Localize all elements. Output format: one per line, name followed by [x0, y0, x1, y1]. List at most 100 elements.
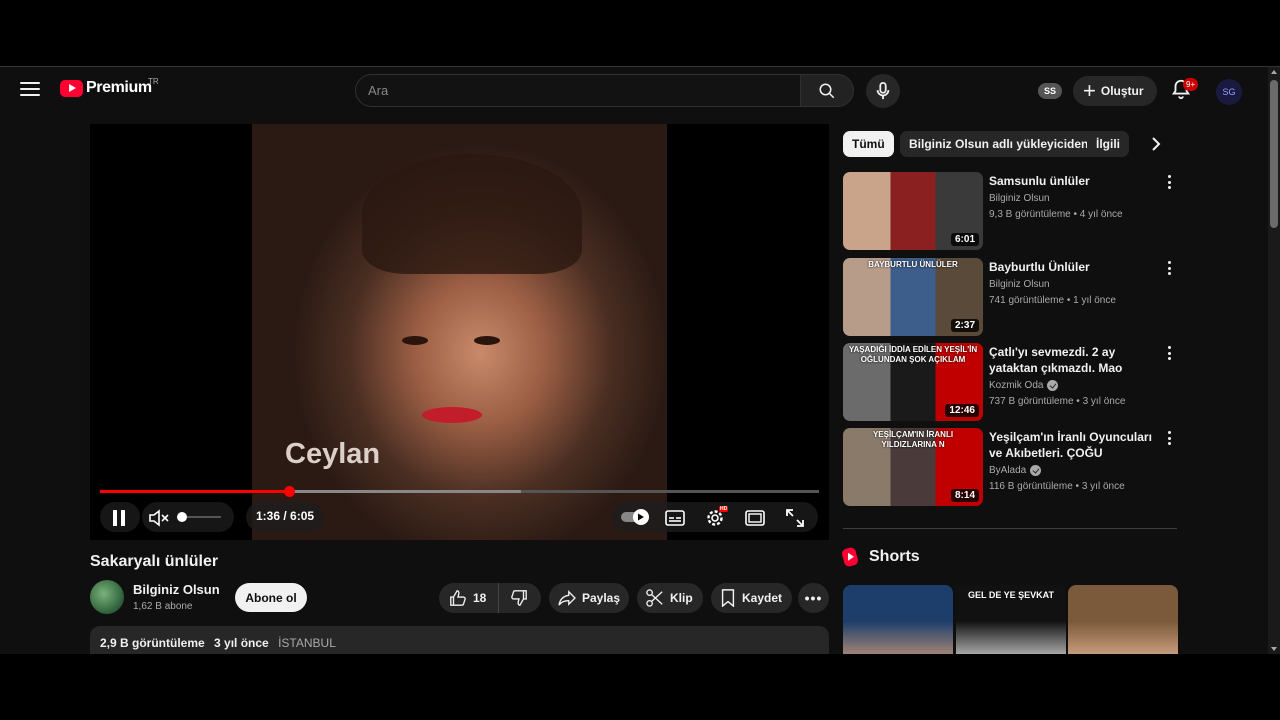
related-meta: 9,3 B görüntüleme • 4 yıl önce: [989, 209, 1123, 220]
related-channel-name: Bilginiz Olsun: [989, 279, 1050, 290]
related-age: 3 yıl önce: [1082, 396, 1126, 407]
settings-button[interactable]: HD: [702, 505, 729, 531]
section-divider: [843, 528, 1177, 529]
youtube-premium-logo[interactable]: Premium TR: [60, 77, 159, 97]
create-button[interactable]: + Oluştur: [1073, 76, 1157, 106]
voice-search-button[interactable]: [866, 74, 900, 108]
subscriber-count: 1,62 B abone: [133, 601, 193, 612]
related-title[interactable]: Bayburtlu Ünlüler: [989, 259, 1159, 275]
duration-badge: 6:01: [950, 233, 979, 246]
more-vert-icon[interactable]: [1168, 346, 1172, 363]
scroll-down-arrow[interactable]: [1271, 647, 1277, 651]
related-video-item[interactable]: YEŞİLÇAM'IN İRANLI YILDIZLARINA N 8:14 Y…: [843, 428, 1177, 506]
location-tag[interactable]: İSTANBUL: [278, 636, 336, 650]
autoplay-toggle[interactable]: [620, 507, 652, 527]
clip-button[interactable]: Klip: [637, 583, 703, 613]
search-input[interactable]: Ara: [355, 74, 801, 107]
play-pause-button[interactable]: [106, 505, 132, 531]
short-card[interactable]: [1068, 585, 1178, 654]
chip-next-button[interactable]: [1150, 136, 1162, 157]
share-icon: [558, 590, 576, 606]
related-thumbnail[interactable]: BAYBURTLU ÜNLÜLER 2:37: [843, 258, 983, 336]
related-thumbnail[interactable]: 6:01: [843, 172, 983, 250]
save-button[interactable]: Kaydet: [711, 583, 792, 613]
mute-button[interactable]: [146, 505, 172, 531]
channel-avatar[interactable]: [90, 580, 124, 614]
more-vert-icon[interactable]: [1168, 175, 1172, 192]
shorts-title: Shorts: [869, 548, 920, 565]
description-box[interactable]: 2,9 B görüntüleme 3 yıl önce İSTANBUL: [90, 626, 829, 654]
scrollbar-thumb[interactable]: [1270, 80, 1278, 228]
fullscreen-icon: [786, 509, 804, 527]
video-player[interactable]: Ceylan 1:36 / 6:05 HD: [90, 124, 829, 540]
like-button[interactable]: 18: [439, 583, 499, 613]
channel-name[interactable]: Bilginiz Olsun: [133, 582, 220, 597]
chevron-right-icon: [1152, 137, 1161, 151]
chip-related[interactable]: İlgili: [1087, 131, 1129, 157]
like-dislike-group: 18: [439, 583, 541, 613]
search-button[interactable]: [800, 74, 854, 107]
subscribe-button[interactable]: Abone ol: [235, 583, 307, 612]
ss-badge[interactable]: SS: [1038, 83, 1062, 99]
thumbnail-overlay-text: BAYBURTLU ÜNLÜLER: [868, 260, 958, 269]
scroll-up-arrow[interactable]: [1271, 70, 1277, 74]
more-actions-button[interactable]: •••: [798, 583, 829, 613]
chip-all[interactable]: Tümü: [843, 131, 894, 157]
share-button[interactable]: Paylaş: [549, 583, 629, 613]
video-title: Sakaryalı ünlüler: [90, 553, 219, 570]
save-label: Kaydet: [742, 591, 783, 605]
share-label: Paylaş: [582, 591, 621, 605]
related-thumbnail[interactable]: YAŞADIĞI İDDİA EDİLEN YEŞİL'İN OĞLUNDAN …: [843, 343, 983, 421]
related-channel[interactable]: Kozmik Oda: [989, 380, 1059, 391]
duration-badge: 12:46: [945, 404, 979, 417]
duration-badge: 2:37: [950, 319, 979, 332]
related-meta: 741 görüntüleme • 1 yıl önce: [989, 295, 1116, 306]
video-still-eye: [402, 336, 428, 345]
notification-count-badge: 9+: [1183, 78, 1199, 91]
scissors-icon: [646, 589, 663, 607]
related-title[interactable]: Yeşilçam'ın İranlı Oyuncuları ve Akıbetl…: [989, 429, 1159, 461]
theater-mode-button[interactable]: [742, 505, 768, 531]
youtube-watch-page: Premium TR Ara SS + Oluştur 9+ SG Ceylan: [0, 67, 1280, 654]
related-views: 737 B görüntüleme: [989, 396, 1074, 407]
related-channel-name: Bilginiz Olsun: [989, 193, 1050, 204]
menu-icon[interactable]: [20, 82, 40, 98]
related-video-item[interactable]: YAŞADIĞI İDDİA EDİLEN YEŞİL'İN OĞLUNDAN …: [843, 343, 1177, 421]
account-avatar[interactable]: SG: [1216, 79, 1242, 105]
short-card[interactable]: GEL DE YE ŞEVKAT: [956, 585, 1066, 654]
volume-slider-track[interactable]: [187, 516, 221, 518]
chip-from-uploader[interactable]: Bilginiz Olsun adlı yükleyiciden: [900, 131, 1098, 157]
related-channel-name: ByAlada: [989, 465, 1027, 476]
video-still-hair: [362, 154, 582, 274]
plus-icon: +: [1083, 78, 1096, 103]
more-vert-icon[interactable]: [1168, 261, 1172, 278]
progress-bar[interactable]: [100, 486, 819, 497]
related-channel[interactable]: Bilginiz Olsun: [989, 193, 1050, 204]
subtitles-button[interactable]: [662, 505, 688, 531]
more-horiz-icon: •••: [804, 590, 823, 606]
mic-icon: [876, 82, 890, 100]
related-video-item[interactable]: 6:01 Samsunlu ünlüler Bilginiz Olsun 9,3…: [843, 172, 1177, 250]
dislike-button[interactable]: [499, 583, 539, 613]
related-channel[interactable]: Bilginiz Olsun: [989, 279, 1050, 290]
related-views: 9,3 B görüntüleme: [989, 209, 1071, 220]
logo-text: Premium: [86, 79, 152, 96]
related-video-item[interactable]: BAYBURTLU ÜNLÜLER 2:37 Bayburtlu Ünlüler…: [843, 258, 1177, 336]
related-thumbnail[interactable]: YEŞİLÇAM'IN İRANLI YILDIZLARINA N 8:14: [843, 428, 983, 506]
related-channel[interactable]: ByAlada: [989, 465, 1042, 476]
fullscreen-button[interactable]: [782, 505, 808, 531]
subtitles-icon: [665, 510, 685, 526]
played-bar: [100, 490, 290, 493]
more-vert-icon[interactable]: [1168, 431, 1172, 448]
related-age: 1 yıl önce: [1073, 295, 1116, 306]
pause-icon: [113, 510, 125, 526]
bookmark-icon: [721, 589, 735, 607]
view-count: 2,9 B görüntüleme: [100, 636, 205, 650]
related-title[interactable]: Samsunlu ünlüler: [989, 173, 1159, 189]
shorts-icon: [840, 546, 860, 568]
related-meta: 737 B görüntüleme • 3 yıl önce: [989, 396, 1125, 407]
related-title[interactable]: Çatlı'yı sevmezdi. 2 ay yataktan çıkmazd…: [989, 344, 1159, 376]
page-scrollbar[interactable]: [1268, 67, 1280, 654]
short-card[interactable]: [843, 585, 953, 654]
volume-slider-handle[interactable]: [177, 512, 187, 522]
